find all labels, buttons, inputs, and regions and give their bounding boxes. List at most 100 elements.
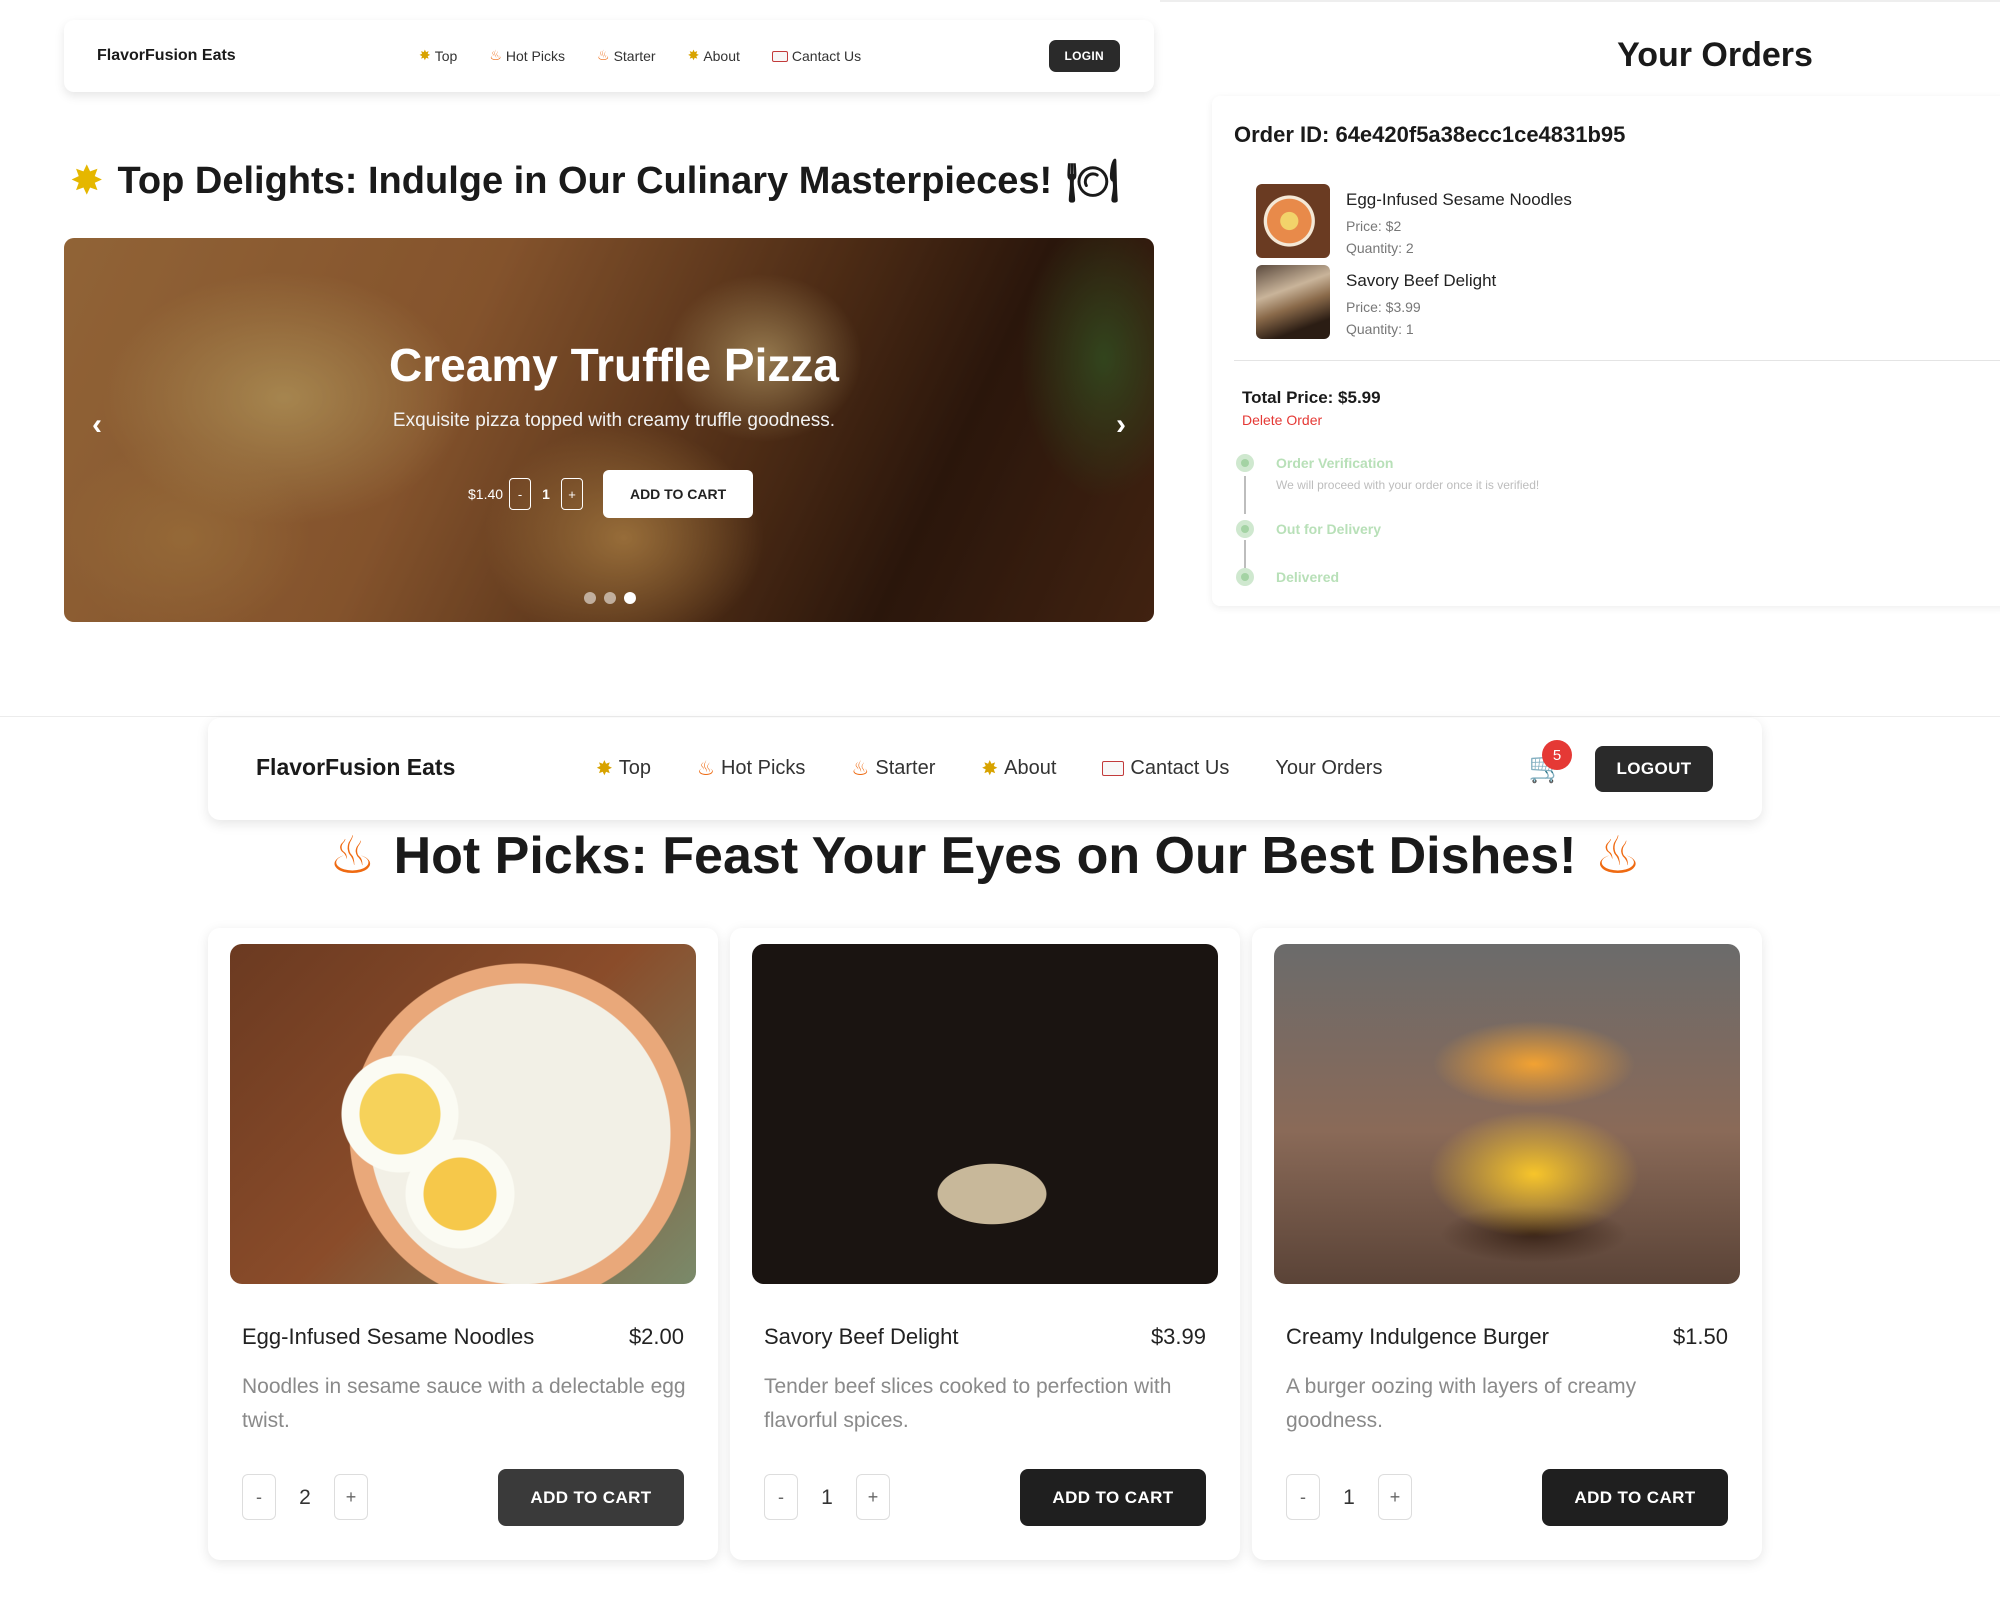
main-navbar: FlavorFusion Eats ✸ Top ♨ Hot Picks ♨ St… (208, 718, 1762, 820)
nav-link-hot-picks[interactable]: ♨ Hot Picks (489, 48, 565, 64)
star-icon: ✸ (596, 756, 613, 780)
product-name: Savory Beef Delight (764, 1324, 959, 1349)
quantity-value: 2 (299, 1486, 311, 1509)
order-item-name: Egg-Infused Sesame Noodles (1346, 190, 1572, 209)
section-divider (0, 716, 2000, 717)
logout-button[interactable]: LOGOUT (1595, 746, 1713, 792)
nav-link-about[interactable]: ✸ About (981, 756, 1056, 780)
add-to-cart-button[interactable]: ADD TO CART (498, 1469, 684, 1526)
order-item-price: Price: $3.99 (1346, 299, 1421, 315)
delete-order-link[interactable]: Delete Order (1242, 412, 1322, 428)
status-step-verification: Order Verification We will proceed with … (1236, 454, 1539, 492)
orders-page-title: Your Orders (1617, 36, 1813, 74)
brand-logo[interactable]: FlavorFusion Eats (97, 47, 236, 65)
status-connector-line (1244, 476, 1246, 514)
quantity-minus-button[interactable]: - (764, 1474, 798, 1520)
nav-link-label: About (1004, 756, 1057, 779)
product-price: $2.00 (628, 1324, 684, 1349)
status-step-delivery: Out for Delivery (1236, 520, 1381, 538)
hot-picks-heading: ♨ Hot Picks: Feast Your Eyes on Our Best… (208, 826, 1762, 886)
order-item-name: Savory Beef Delight (1346, 271, 1497, 290)
nav-link-about[interactable]: ✸ About (688, 48, 740, 64)
star-icon: ✸ (70, 158, 104, 204)
product-description: Tender beef slices cooked to perfection … (764, 1375, 1172, 1432)
product-price: $3.99 (1150, 1324, 1206, 1349)
nav-link-your-orders[interactable]: Your Orders (1275, 756, 1382, 780)
nav-link-label: Cantact Us (791, 48, 862, 64)
carousel-quantity: 1 (542, 486, 550, 502)
top-nav-links: ✸ Top ♨ Hot Picks ♨ Starter ✸ About Cant… (419, 48, 861, 64)
nav-link-label: Top (618, 756, 652, 779)
order-item-price: Price: $2 (1346, 218, 1402, 234)
carousel-price: $1.40 (468, 486, 504, 502)
product-description: A burger oozing with layers of creamy go… (1286, 1375, 1637, 1432)
carousel-next-arrow[interactable]: › (1116, 408, 1126, 442)
quantity-minus-button[interactable]: - (1286, 1474, 1320, 1520)
star-icon: ✸ (981, 756, 999, 780)
order-item-thumbnail (1256, 265, 1330, 339)
plate-cutlery-icon: 🍽 (1066, 156, 1120, 205)
product-image (1274, 944, 1740, 1284)
status-check-icon (1236, 520, 1254, 538)
status-step-delivered: Delivered (1236, 568, 1339, 586)
product-image (752, 944, 1218, 1284)
nav-link-label: Starter (613, 48, 656, 64)
heading-text: Hot Picks: Feast Your Eyes on Our Best D… (393, 827, 1577, 885)
status-step-label: Out for Delivery (1276, 521, 1382, 537)
nav-link-top[interactable]: ✸ Top (596, 756, 651, 780)
status-check-icon (1236, 454, 1254, 472)
star-icon: ✸ (419, 48, 431, 64)
top-delights-heading: ✸ Top Delights: Indulge in Our Culinary … (70, 156, 1160, 206)
quantity-value: 1 (821, 1486, 833, 1509)
product-card: Creamy Indulgence Burger $1.50 A burger … (1252, 928, 1762, 1560)
quantity-plus-button[interactable]: + (856, 1474, 890, 1520)
brand-logo[interactable]: FlavorFusion Eats (256, 754, 455, 781)
fire-icon: ♨ (489, 48, 502, 64)
order-item-thumbnail (1256, 184, 1330, 258)
nav-link-starter[interactable]: ♨ Starter (851, 756, 935, 780)
fire-icon: ♨ (851, 756, 870, 780)
fire-icon: ♨ (697, 756, 715, 780)
carousel-dot[interactable] (604, 592, 616, 604)
quantity-minus-button[interactable]: - (242, 1474, 276, 1520)
quantity-value: 1 (1343, 1486, 1355, 1509)
nav-link-label: Starter (875, 756, 936, 779)
order-id: Order ID: 64e420f5a38ecc1ce4831b95 (1234, 122, 1626, 147)
product-price: $1.50 (1672, 1324, 1728, 1349)
carousel-dots (584, 592, 636, 604)
nav-link-label: Your Orders (1275, 756, 1383, 779)
quantity-plus-button[interactable]: + (334, 1474, 368, 1520)
product-image (230, 944, 696, 1284)
product-name: Creamy Indulgence Burger (1286, 1324, 1549, 1349)
order-item: Savory Beef Delight Price: $3.99 Quantit… (1256, 265, 1496, 339)
quantity-plus-button[interactable]: + (1378, 1474, 1412, 1520)
order-total-price: Total Price: $5.99 (1242, 388, 1381, 407)
nav-link-hot-picks[interactable]: ♨ Hot Picks (697, 756, 805, 780)
carousel-title: Creamy Truffle Pizza (389, 339, 839, 391)
product-card: Egg-Infused Sesame Noodles $2.00 Noodles… (208, 928, 718, 1560)
nav-link-label: Hot Picks (505, 48, 565, 64)
carousel-plus-button[interactable]: + (561, 478, 584, 510)
nav-link-contact[interactable]: Cantact Us (771, 48, 862, 64)
carousel-minus-button[interactable]: - (509, 478, 532, 510)
carousel-dot-active[interactable] (624, 592, 636, 604)
carousel-purchase-row: $1.40 - 1 + ADD TO CART (468, 470, 754, 518)
product-description: Noodles in sesame sauce with a delectabl… (242, 1375, 686, 1432)
login-button[interactable]: LOGIN (1048, 40, 1120, 72)
fire-icon: ♨ (1594, 826, 1642, 886)
nav-link-starter[interactable]: ♨ Starter (597, 48, 656, 64)
nav-link-label: Hot Picks (720, 756, 806, 779)
carousel-dot[interactable] (584, 592, 596, 604)
product-card: Savory Beef Delight $3.99 Tender beef sl… (730, 928, 1240, 1560)
add-to-cart-button[interactable]: ADD TO CART (1542, 1469, 1728, 1526)
nav-link-top[interactable]: ✸ Top (419, 48, 457, 64)
status-step-subtext: We will proceed with your order once it … (1276, 478, 1540, 492)
nav-link-contact[interactable]: Cantact Us (1102, 756, 1229, 780)
nav-link-label: Top (434, 48, 458, 64)
add-to-cart-button[interactable]: ADD TO CART (1020, 1469, 1206, 1526)
cart-count-badge: 5 (1542, 740, 1572, 770)
carousel-add-to-cart-button[interactable]: ADD TO CART (603, 470, 754, 518)
top-navbar: FlavorFusion Eats ✸ Top ♨ Hot Picks ♨ St… (64, 20, 1154, 92)
status-check-icon (1236, 568, 1254, 586)
featured-carousel: ‹ Creamy Truffle Pizza Exquisite pizza t… (64, 238, 1154, 622)
